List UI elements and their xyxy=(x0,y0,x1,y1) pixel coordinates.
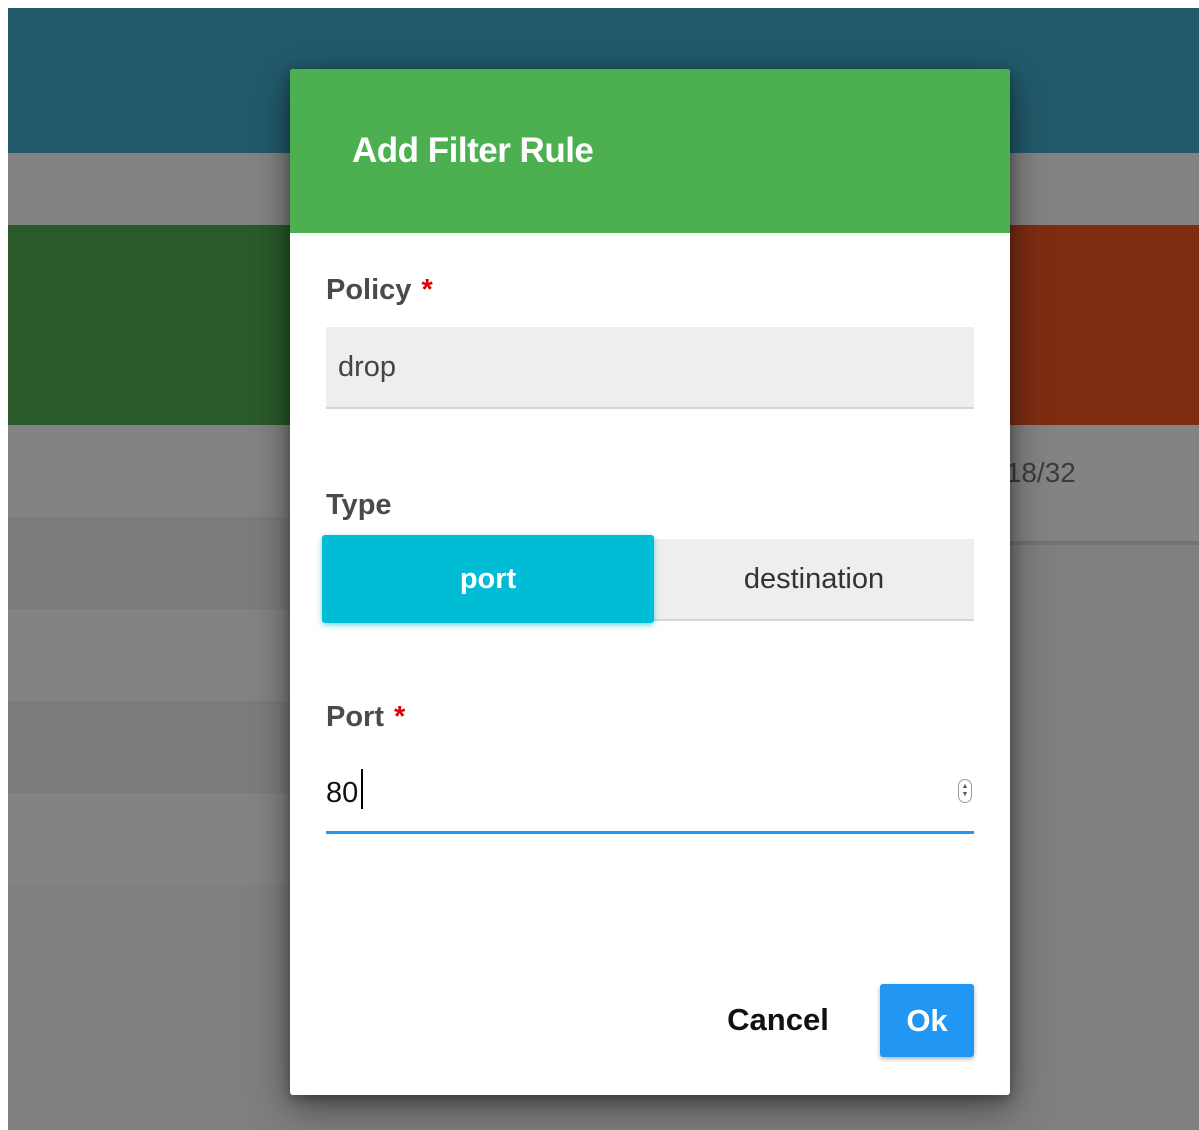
chevron-down-icon: ▼ xyxy=(961,791,969,798)
port-label: Port * xyxy=(326,701,405,734)
background-row xyxy=(8,793,298,885)
background-table-cell: .18/32 xyxy=(998,425,1199,541)
background-divider xyxy=(998,541,1199,545)
port-field: ▲ ▼ xyxy=(326,763,974,835)
type-label: Type xyxy=(326,489,392,522)
port-label-text: Port xyxy=(326,701,384,733)
text-caret xyxy=(361,769,363,809)
required-marker: * xyxy=(394,701,406,733)
background-card-orange xyxy=(998,225,1199,425)
ok-button[interactable]: Ok xyxy=(880,984,974,1057)
type-option-destination[interactable]: destination xyxy=(654,539,974,621)
port-focus-underline xyxy=(326,831,974,834)
add-filter-rule-dialog: Add Filter Rule Policy * drop Type port d… xyxy=(290,69,1010,1095)
background-row xyxy=(8,517,298,609)
background-row xyxy=(8,425,298,517)
dialog-title: Add Filter Rule xyxy=(352,131,594,170)
type-option-port[interactable]: port xyxy=(322,535,654,623)
chevron-up-icon: ▲ xyxy=(961,783,969,790)
type-label-text: Type xyxy=(326,489,392,521)
cancel-button[interactable]: Cancel xyxy=(708,985,848,1055)
background-card-green xyxy=(8,225,308,425)
background-row xyxy=(8,609,298,701)
port-input[interactable] xyxy=(326,763,926,823)
dialog-header: Add Filter Rule xyxy=(290,69,1010,233)
policy-label: Policy * xyxy=(326,274,433,307)
policy-select[interactable]: drop xyxy=(326,327,974,409)
policy-selected-value: drop xyxy=(338,351,397,383)
policy-label-text: Policy xyxy=(326,274,412,306)
background-row xyxy=(8,701,298,793)
required-marker: * xyxy=(421,274,433,306)
number-spinner-icon[interactable]: ▲ ▼ xyxy=(958,779,972,803)
type-toggle-group: port destination xyxy=(322,535,974,623)
